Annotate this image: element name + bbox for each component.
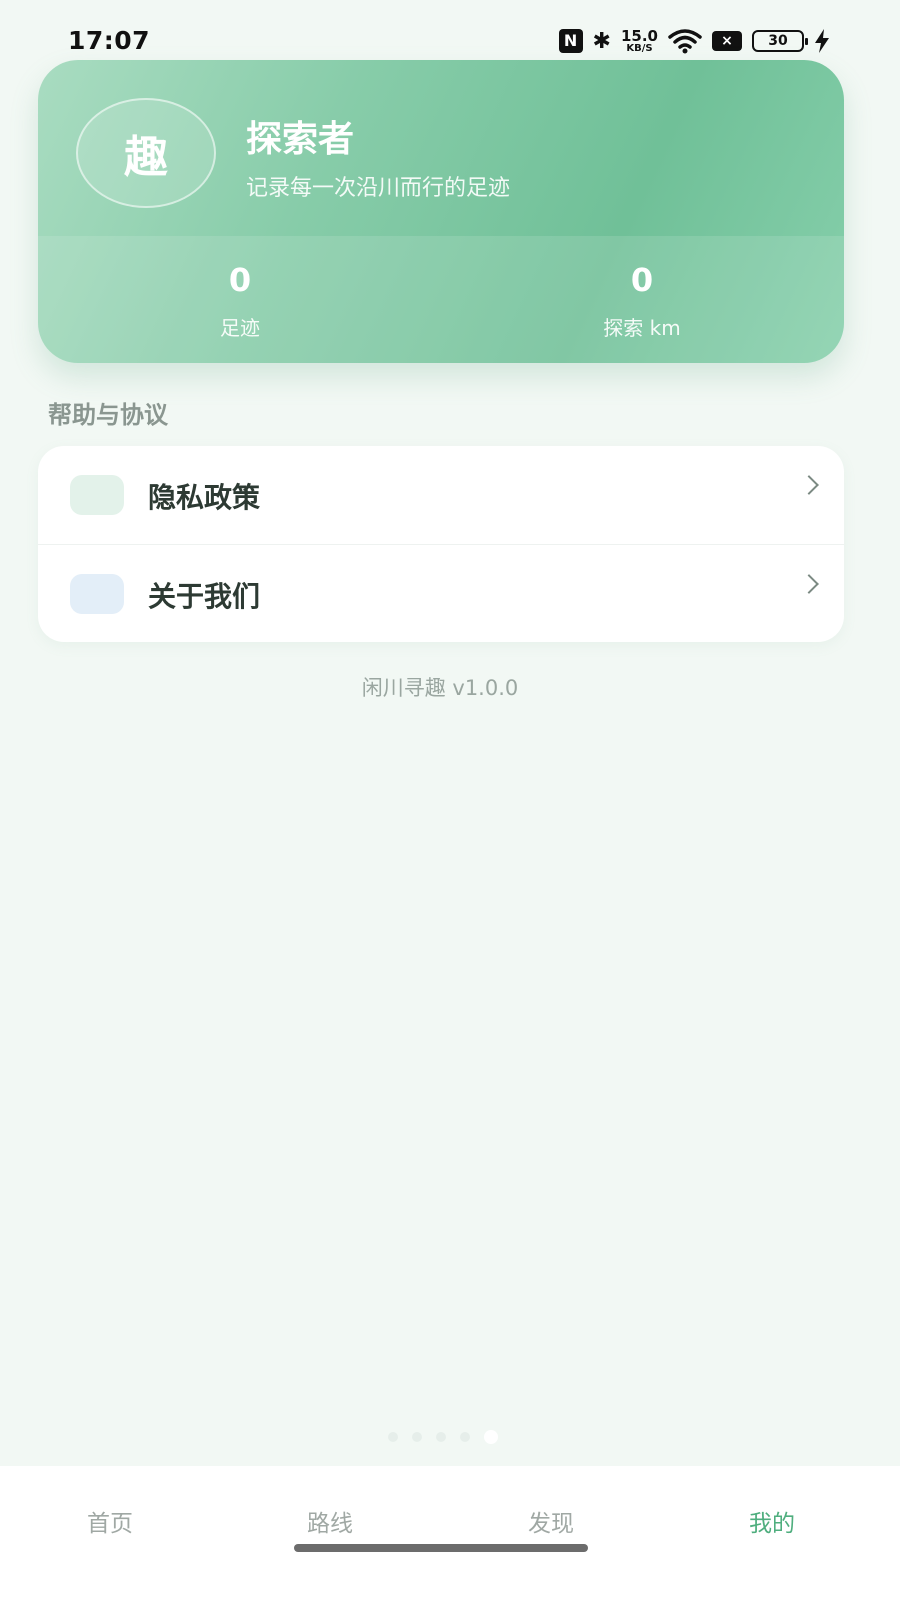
battery-icon: 30 bbox=[752, 30, 808, 52]
nfc-icon: N bbox=[558, 29, 583, 53]
home-indicator[interactable] bbox=[294, 1544, 588, 1552]
network-speed: 15.0 KB/S bbox=[620, 26, 658, 54]
avatar-text: 趣 bbox=[124, 132, 168, 183]
stat-value: 0 bbox=[228, 261, 252, 299]
section-title-help: 帮助与协议 bbox=[48, 401, 168, 429]
stat-label: 探索 km bbox=[603, 316, 681, 340]
network-speed-unit: KB/S bbox=[626, 42, 653, 54]
bluetooth-icon: ✱ bbox=[592, 28, 611, 54]
stat-distance: 0 探索 km bbox=[522, 258, 762, 341]
network-speed-value: 15.0 bbox=[620, 26, 658, 45]
menu-item-privacy-policy[interactable]: 隐私政策 bbox=[38, 446, 844, 544]
tab-discover[interactable]: 发现 bbox=[496, 1504, 606, 1538]
page-dot bbox=[436, 1432, 446, 1442]
avatar[interactable]: 趣 bbox=[76, 98, 216, 208]
help-menu: 隐私政策 关于我们 bbox=[38, 446, 844, 642]
user-name: 探索者 bbox=[246, 119, 355, 160]
menu-item-label: 关于我们 bbox=[148, 580, 261, 613]
page-dot bbox=[412, 1432, 422, 1442]
no-sim-icon: × bbox=[712, 31, 742, 51]
page-indicator bbox=[388, 1430, 498, 1444]
profile-header: 趣 探索者 记录每一次沿川而行的足迹 bbox=[38, 60, 844, 236]
info-icon bbox=[70, 574, 124, 614]
stat-value: 0 bbox=[630, 261, 654, 299]
status-time: 17:07 bbox=[68, 26, 151, 55]
tab-home[interactable]: 首页 bbox=[55, 1504, 165, 1538]
menu-item-label: 隐私政策 bbox=[148, 481, 261, 514]
wifi-icon bbox=[668, 29, 702, 54]
charging-icon bbox=[815, 29, 829, 53]
tab-bar: 首页 路线 发现 我的 bbox=[0, 1466, 900, 1600]
chevron-right-icon bbox=[799, 574, 819, 594]
status-icons: N ✱ 15.0 KB/S × 30 bbox=[558, 26, 830, 56]
page-dot-active bbox=[484, 1430, 498, 1444]
chevron-right-icon bbox=[799, 475, 819, 495]
tab-mine[interactable]: 我的 bbox=[717, 1504, 827, 1538]
page-dot bbox=[388, 1432, 398, 1442]
page-dot bbox=[460, 1432, 470, 1442]
profile-card: 趣 探索者 记录每一次沿川而行的足迹 0 足迹 0 探索 km bbox=[38, 60, 844, 363]
stat-footprints: 0 足迹 bbox=[120, 258, 360, 341]
privacy-icon bbox=[70, 475, 124, 515]
stat-label: 足迹 bbox=[220, 316, 260, 340]
user-motto: 记录每一次沿川而行的足迹 bbox=[246, 176, 511, 201]
version-text: 闲川寻趣 v1.0.0 bbox=[361, 676, 519, 700]
tab-routes[interactable]: 路线 bbox=[275, 1504, 385, 1538]
menu-item-about-us[interactable]: 关于我们 bbox=[38, 544, 844, 642]
